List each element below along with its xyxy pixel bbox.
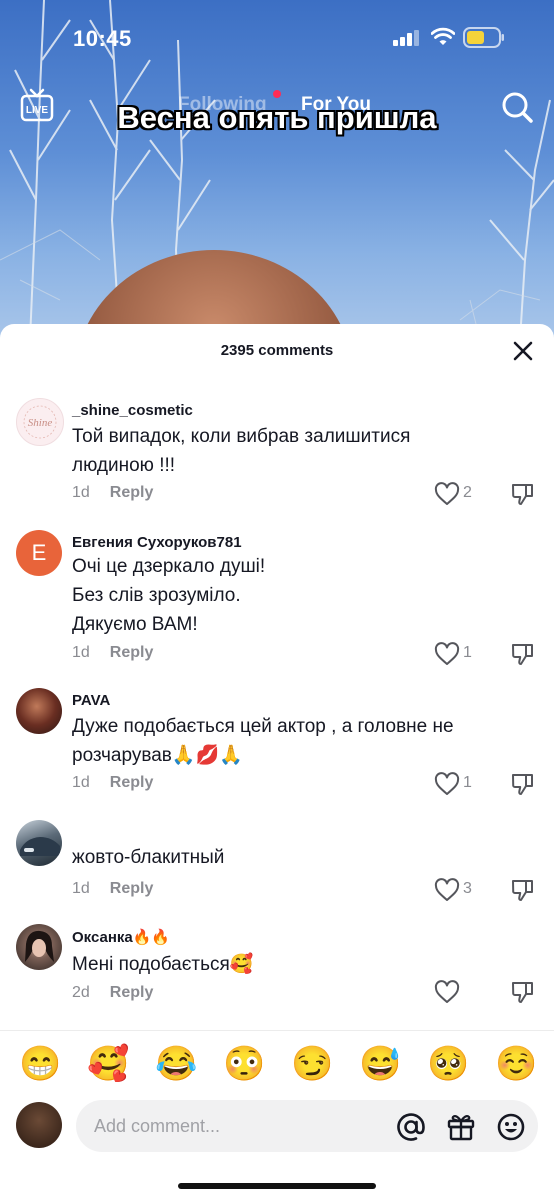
- comment-item: PAVA Дуже подобається цей актор , а голо…: [0, 688, 554, 798]
- following-notification-dot: [273, 90, 281, 98]
- comment-item: Shine _shine_cosmetic Той випадок, коли …: [0, 398, 554, 518]
- avatar[interactable]: [16, 688, 62, 734]
- home-indicator: [178, 1183, 376, 1189]
- comment-item: E Евгения Сухоруков781 Очі це дзеркало д…: [0, 530, 554, 670]
- battery-icon: [463, 27, 504, 48]
- gift-icon[interactable]: [446, 1112, 476, 1142]
- comment-item: Оксанка🔥🔥 Мені подобається🥰 2d Reply: [0, 924, 554, 1004]
- comment-username[interactable]: PAVA: [72, 692, 110, 709]
- comment-age: 1d: [72, 484, 90, 501]
- dislike-icon[interactable]: [511, 878, 535, 902]
- cellular-signal-icon: [393, 30, 419, 46]
- comment-text: Мені подобається🥰: [72, 954, 254, 975]
- mention-icon[interactable]: [396, 1112, 426, 1142]
- comment-text: Очі це дзеркало душі! Без слів зрозуміло…: [72, 556, 266, 635]
- comment-input[interactable]: Add comment...: [76, 1100, 538, 1152]
- reply-button[interactable]: Reply: [110, 774, 154, 791]
- comment-username[interactable]: Евгения Сухоруков781: [72, 534, 242, 551]
- avatar[interactable]: [16, 924, 62, 970]
- comment-count: 2395 comments: [220, 342, 334, 359]
- emoji-button[interactable]: 😁: [19, 1044, 61, 1084]
- like-count: 2: [463, 484, 472, 501]
- wifi-icon: [431, 27, 455, 45]
- heart-icon[interactable]: [434, 482, 460, 506]
- emoji-button[interactable]: 🥺: [427, 1044, 469, 1084]
- like-count: 3: [463, 880, 472, 897]
- comment-age: 1d: [72, 774, 90, 791]
- shine-logo-icon: Shine: [23, 405, 57, 439]
- comment-input-row: Add comment...: [0, 1098, 554, 1154]
- avatar[interactable]: E: [16, 530, 62, 576]
- comment-meta: 1d Reply: [72, 644, 153, 662]
- avatar-initial: E: [31, 540, 47, 565]
- comment-item: жовто-блакитный 1d Reply 3: [0, 820, 554, 902]
- emoji-button[interactable]: 😏: [291, 1044, 333, 1084]
- heart-icon[interactable]: [434, 772, 460, 796]
- comment-text: Той випадок, коли вибрав залишитися люди…: [72, 426, 411, 476]
- comment-meta: 2d Reply: [72, 984, 153, 1002]
- avatar-logo-text: Shine: [28, 417, 53, 429]
- emoji-button[interactable]: 🥰: [87, 1044, 129, 1084]
- reply-button[interactable]: Reply: [110, 484, 154, 501]
- dislike-icon[interactable]: [511, 772, 535, 796]
- emoji-button[interactable]: 😳: [223, 1044, 265, 1084]
- avatar[interactable]: Shine: [16, 398, 64, 446]
- emoji-button[interactable]: 😂: [155, 1044, 197, 1084]
- close-icon[interactable]: [512, 340, 534, 362]
- reply-button[interactable]: Reply: [110, 880, 154, 897]
- emoji-button[interactable]: ☺️: [495, 1044, 537, 1084]
- profile-photo-icon: [25, 930, 54, 962]
- dislike-icon[interactable]: [511, 642, 535, 666]
- dislike-icon[interactable]: [511, 482, 535, 506]
- avatar[interactable]: [16, 1102, 62, 1148]
- car-photo-icon: [20, 837, 60, 856]
- comment-meta: 1d Reply: [72, 484, 153, 502]
- divider: [0, 1030, 554, 1031]
- heart-icon[interactable]: [434, 642, 460, 666]
- comment-age: 1d: [72, 880, 90, 897]
- like-count: 1: [463, 774, 472, 791]
- like-count: 1: [463, 644, 472, 661]
- emoji-quick-bar: 😁 🥰 😂 😳 😏 😅 🥺 ☺️: [0, 1044, 554, 1084]
- comment-username[interactable]: _shine_cosmetic: [72, 402, 193, 419]
- status-time: 10:45: [73, 26, 132, 51]
- comment-meta: 1d Reply: [72, 774, 153, 792]
- comment-input-placeholder: Add comment...: [94, 1116, 221, 1136]
- video-caption: Весна опять пришла: [0, 100, 554, 136]
- comment-text: Дуже подобається цей актор , а головне н…: [72, 716, 454, 766]
- comments-header: 2395 comments: [0, 324, 554, 376]
- comment-text: жовто-блакитный: [72, 847, 225, 868]
- reply-button[interactable]: Reply: [110, 984, 154, 1001]
- comment-meta: 1d Reply: [72, 880, 153, 898]
- emoji-button[interactable]: 😅: [359, 1044, 401, 1084]
- comment-username[interactable]: Оксанка🔥🔥: [72, 928, 170, 946]
- comment-age: 1d: [72, 644, 90, 661]
- status-bar: 10:45: [0, 0, 554, 70]
- video-caption-text: Весна опять пришла: [117, 100, 437, 135]
- reply-button[interactable]: Reply: [110, 644, 154, 661]
- heart-icon[interactable]: [434, 980, 460, 1004]
- heart-icon[interactable]: [434, 878, 460, 902]
- avatar[interactable]: [16, 820, 62, 866]
- dislike-icon[interactable]: [511, 980, 535, 1004]
- emoji-picker-icon[interactable]: [496, 1112, 526, 1142]
- comment-age: 2d: [72, 984, 90, 1001]
